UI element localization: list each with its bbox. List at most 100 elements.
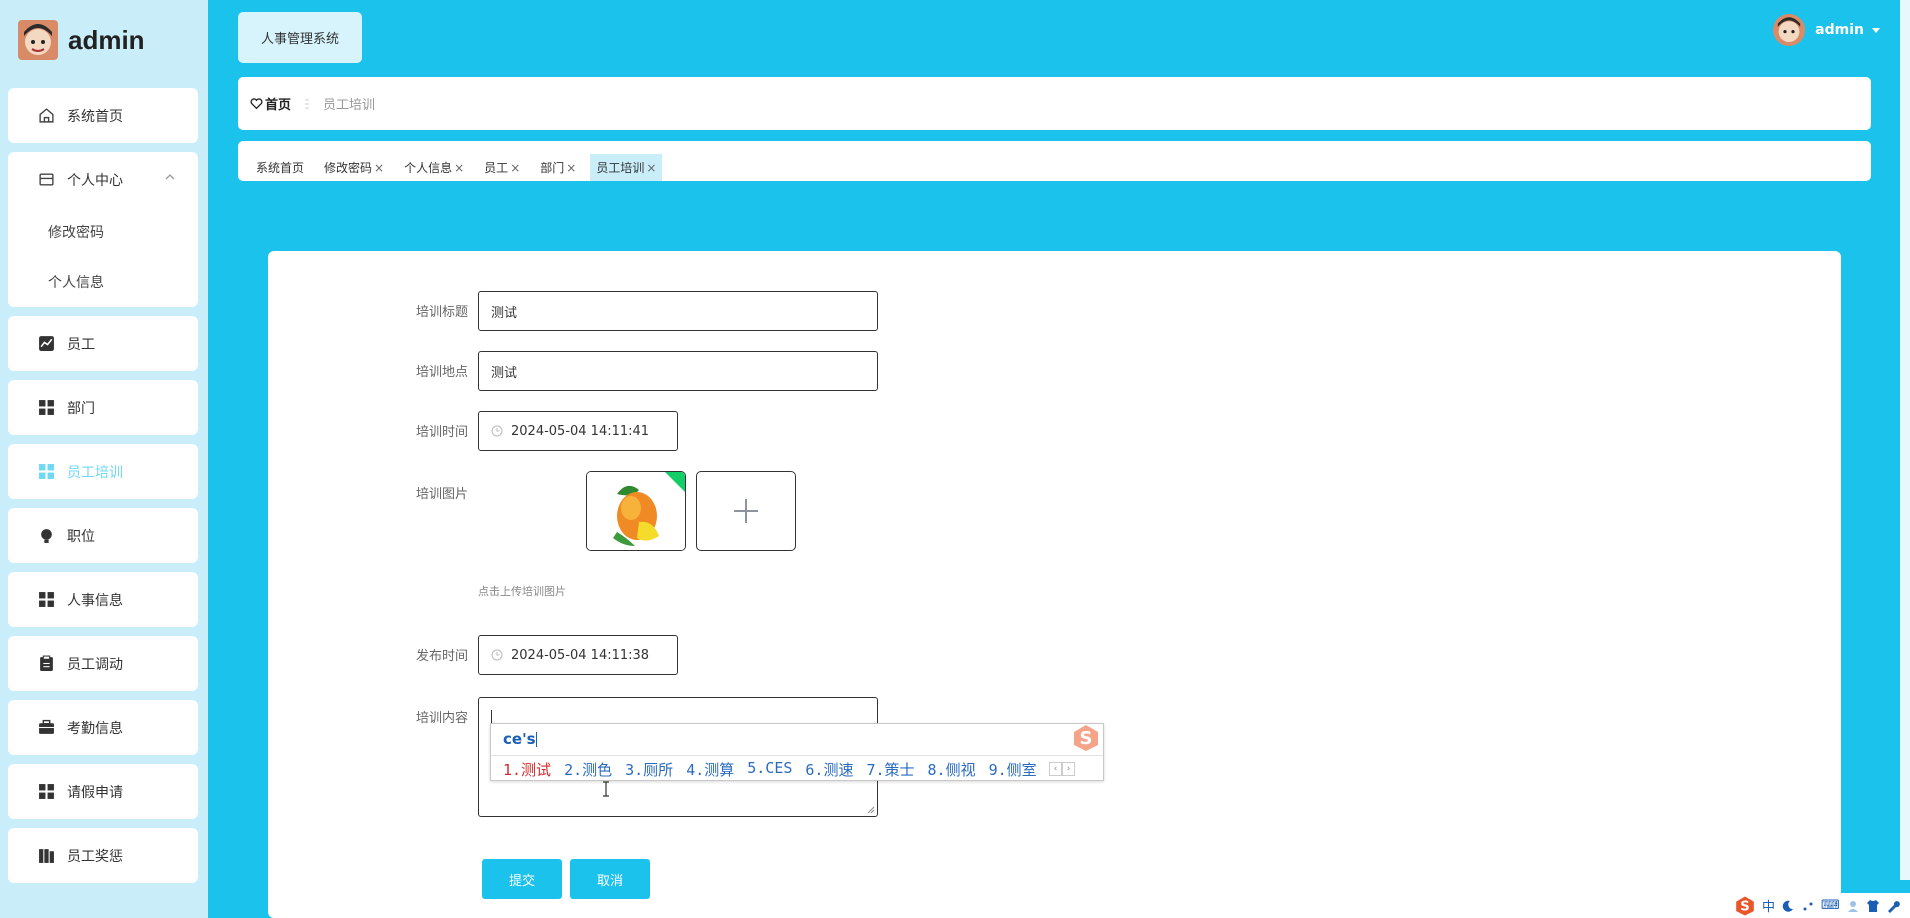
shirt-icon[interactable] <box>1866 899 1880 913</box>
tab-employee[interactable]: 员工 × <box>478 154 526 181</box>
sidebar-item-department[interactable]: 部门 <box>8 380 198 435</box>
breadcrumb-home[interactable]: 首页 <box>250 94 291 113</box>
close-icon[interactable]: × <box>510 161 520 175</box>
user-name: admin <box>1815 22 1864 38</box>
moon-icon[interactable] <box>1781 899 1795 913</box>
content-label: 培训内容 <box>415 711 468 726</box>
ime-page-nav: ‹ › <box>1049 762 1075 776</box>
sogou-tray-icon[interactable]: S <box>1734 895 1756 917</box>
sidebar-item-label: 部门 <box>67 400 95 417</box>
ime-candidate[interactable]: 6.测速 <box>805 759 853 780</box>
tab-label: 个人信息 <box>404 161 453 175</box>
publish-time-picker[interactable]: 2024-05-04 14:11:38 <box>478 635 678 675</box>
chevron-up-icon[interactable] <box>164 171 176 183</box>
chart-icon <box>39 336 54 351</box>
sidebar-item-label: 员工调动 <box>67 656 123 673</box>
sidebar: admin 系统首页 个人中心 修改密码 个人信息 员工 部门 员工培训 职位 … <box>0 0 208 918</box>
breadcrumb-home-label: 首页 <box>265 98 292 113</box>
tag-tabs: 系统首页 修改密码 × 个人信息 × 员工 × 部门 × 员工培训 × <box>238 141 1871 181</box>
grid-icon <box>39 784 54 799</box>
upload-hint: 点击上传培训图片 <box>478 585 566 598</box>
sidebar-item-attendance[interactable]: 考勤信息 <box>8 700 198 755</box>
ime-divider <box>491 755 1103 756</box>
profile-icon <box>39 173 54 186</box>
tab-change-password[interactable]: 修改密码 × <box>318 154 390 181</box>
image-label: 培训图片 <box>415 487 468 502</box>
close-icon[interactable]: × <box>454 161 464 175</box>
ime-candidate-list: 1.测试 2.测色 3.厕所 4.测算 5.CES 6.测速 7.策士 8.侧视… <box>503 759 1050 780</box>
sidebar-item-label: 职位 <box>67 528 95 545</box>
clock-icon <box>491 425 503 437</box>
grid-icon <box>39 400 54 415</box>
sidebar-item-home[interactable]: 系统首页 <box>8 88 198 143</box>
page-scrollbar[interactable] <box>1900 0 1910 880</box>
time-label: 培训时间 <box>415 425 468 440</box>
ime-candidate[interactable]: 3.厕所 <box>625 759 673 780</box>
sidebar-item-label: 人事信息 <box>67 592 123 609</box>
cancel-button[interactable]: 取消 <box>570 859 650 899</box>
close-icon[interactable]: × <box>566 161 576 175</box>
ime-candidate[interactable]: 2.测色 <box>564 759 612 780</box>
wrench-icon[interactable] <box>1886 899 1900 913</box>
uploaded-image-thumbnail[interactable] <box>586 471 686 551</box>
ime-candidate[interactable]: 4.测算 <box>686 759 734 780</box>
breadcrumb-current: 员工培训 <box>323 98 376 113</box>
breadcrumb: 首页 员工培训 <box>238 77 1871 130</box>
user-tray-icon[interactable] <box>1846 899 1860 913</box>
time-value: 2024-05-04 14:11:41 <box>511 423 650 439</box>
ime-candidate[interactable]: 1.测试 <box>503 759 551 780</box>
briefcase-icon <box>39 719 54 734</box>
app-title-button[interactable]: 人事管理系统 <box>238 12 362 63</box>
ime-candidate[interactable]: 8.侧视 <box>928 759 976 780</box>
plus-icon <box>734 499 758 523</box>
svg-text:S: S <box>1080 728 1093 749</box>
ime-prev-button[interactable]: ‹ <box>1049 762 1062 776</box>
submit-button[interactable]: 提交 <box>482 859 562 899</box>
title-label: 培训标题 <box>415 305 468 320</box>
close-icon[interactable]: × <box>646 161 656 175</box>
sidebar-item-label: 个人中心 <box>67 172 123 189</box>
sidebar-item-transfer[interactable]: 员工调动 <box>8 636 198 691</box>
user-menu[interactable]: admin <box>1773 14 1882 46</box>
caret-down-icon <box>1872 28 1880 33</box>
sidebar-group-profile: 个人中心 修改密码 个人信息 <box>8 152 198 307</box>
time-picker[interactable]: 2024-05-04 14:11:41 <box>478 411 678 451</box>
publish-time-value: 2024-05-04 14:11:38 <box>511 647 650 663</box>
sidebar-subitem-change-password[interactable]: 修改密码 <box>8 207 198 257</box>
sidebar-item-label: 员工培训 <box>67 464 123 481</box>
tab-department[interactable]: 部门 × <box>534 154 582 181</box>
upload-add-button[interactable] <box>696 471 796 551</box>
sidebar-item-hr-info[interactable]: 人事信息 <box>8 572 198 627</box>
ime-candidate[interactable]: 7.策士 <box>866 759 914 780</box>
ime-mode-chinese[interactable]: 中 <box>1762 896 1775 915</box>
ime-composition: ce's <box>503 730 537 748</box>
tab-training[interactable]: 员工培训 × <box>590 154 663 181</box>
tab-label: 员工培训 <box>596 161 645 175</box>
brand: admin <box>18 20 145 60</box>
sidebar-item-employee[interactable]: 员工 <box>8 316 198 371</box>
svg-text:S: S <box>1740 899 1750 914</box>
close-icon[interactable]: × <box>374 161 384 175</box>
punctuation-icon[interactable] <box>1801 899 1815 913</box>
tab-home[interactable]: 系统首页 <box>250 154 310 181</box>
tab-label: 部门 <box>540 161 565 175</box>
sidebar-item-reward[interactable]: 员工奖惩 <box>8 828 198 883</box>
clipboard-icon <box>40 655 53 671</box>
sogou-ime-logo-icon: S <box>1074 725 1098 751</box>
sidebar-subitem-personal-info[interactable]: 个人信息 <box>8 257 198 307</box>
sidebar-item-position[interactable]: 职位 <box>8 508 198 563</box>
home-icon <box>39 108 54 123</box>
sidebar-item-leave[interactable]: 请假申请 <box>8 764 198 819</box>
heart-icon <box>250 98 263 110</box>
tab-personal-info[interactable]: 个人信息 × <box>398 154 470 181</box>
brand-name: admin <box>68 24 145 55</box>
ime-candidate[interactable]: 9.侧室 <box>989 759 1037 780</box>
title-input[interactable]: 测试 <box>478 291 878 331</box>
location-input[interactable]: 测试 <box>478 351 878 391</box>
keyboard-icon[interactable]: ⌨ <box>1821 898 1840 913</box>
resize-handle-icon[interactable] <box>867 806 875 814</box>
ime-next-button[interactable]: › <box>1062 762 1075 776</box>
ime-candidate[interactable]: 5.CES <box>747 759 792 780</box>
sidebar-item-label: 系统首页 <box>67 108 123 125</box>
sidebar-item-training[interactable]: 员工培训 <box>8 444 198 499</box>
